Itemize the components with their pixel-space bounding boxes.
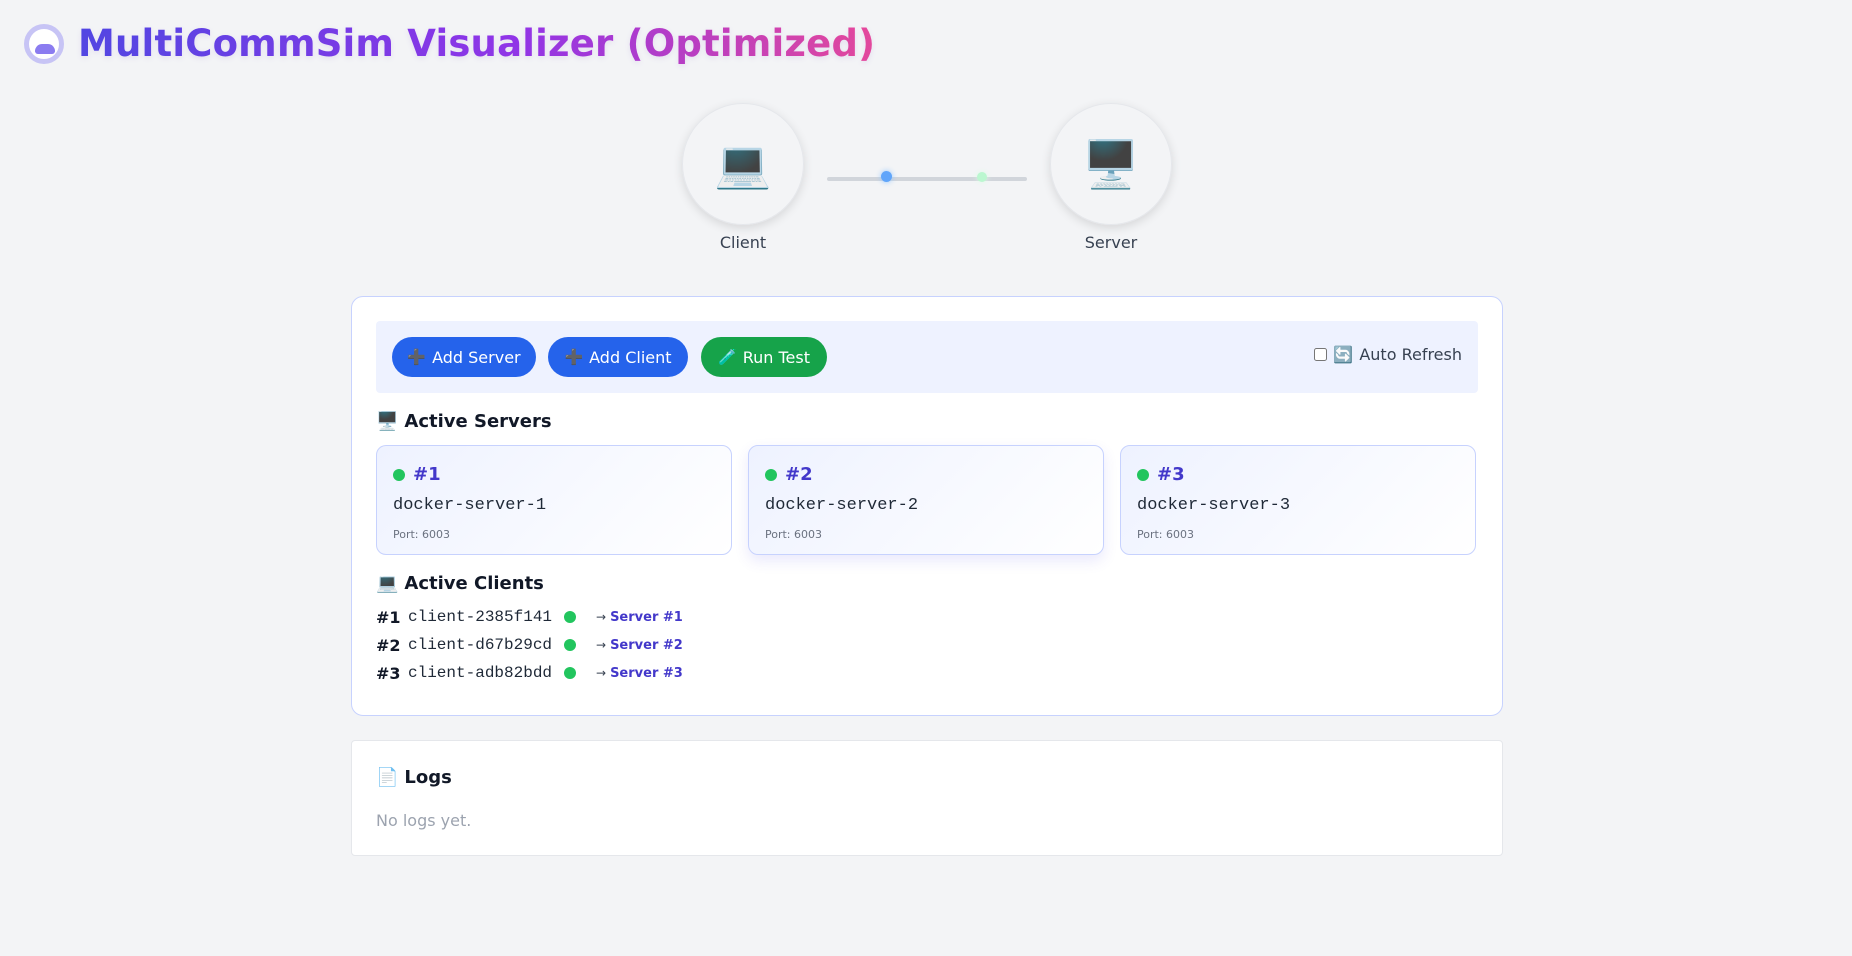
client-id: client-adb82bdd [408, 664, 553, 682]
auto-refresh-label: Auto Refresh [1359, 345, 1462, 364]
logs-panel: 📄 Logs No logs yet. [351, 740, 1503, 856]
client-node: 💻 [682, 103, 804, 225]
status-online-icon [564, 611, 576, 623]
test-tube-icon: 🧪 [718, 348, 737, 366]
auto-refresh-toggle[interactable]: 🔄 Auto Refresh [1314, 345, 1462, 364]
client-id: client-d67b29cd [408, 636, 553, 654]
client-row: #1 client-2385f141 → Server #1 [376, 606, 683, 628]
laptop-icon: 💻 [376, 573, 399, 594]
client-target-server: Server #3 [610, 665, 683, 681]
connection-line [827, 177, 1027, 181]
add-server-button[interactable]: ➕ Add Server [392, 337, 536, 377]
control-panel: ➕ Add Server ➕ Add Client 🧪 Run Test 🔄 A… [351, 296, 1503, 716]
server-node-label: Server [1084, 233, 1138, 252]
run-test-label: Run Test [742, 347, 810, 367]
client-id: client-2385f141 [408, 608, 553, 626]
server-card[interactable]: #2 docker-server-2 Port: 6003 [748, 445, 1104, 555]
arrow-right-icon: → [596, 610, 607, 624]
client-number: #3 [376, 663, 401, 683]
client-target-server: Server #2 [610, 637, 683, 653]
desktop-computer-icon: 🖥️ [1082, 137, 1140, 191]
packet-request [881, 171, 892, 182]
packet-response [977, 172, 987, 182]
client-node-label: Client [719, 233, 767, 252]
app-header: MultiCommSim Visualizer (Optimized) [24, 22, 875, 65]
status-online-icon [393, 468, 405, 481]
client-number: #2 [376, 635, 401, 655]
server-number: #1 [413, 464, 441, 485]
client-target-server: Server #1 [610, 609, 683, 625]
plus-icon: ➕ [407, 348, 427, 366]
server-node: 🖥️ [1050, 103, 1172, 225]
status-online-icon [765, 468, 777, 481]
logs-heading: 📄 Logs [376, 767, 452, 788]
app-logo-icon [24, 23, 64, 64]
client-row: #3 client-adb82bdd → Server #3 [376, 662, 683, 684]
run-test-button[interactable]: 🧪 Run Test [701, 337, 827, 377]
server-number: #3 [1157, 464, 1185, 485]
server-name: docker-server-2 [765, 496, 919, 515]
active-servers-title: Active Servers [404, 411, 552, 432]
status-online-icon [564, 639, 576, 651]
server-card[interactable]: #1 docker-server-1 Port: 6003 [376, 445, 732, 555]
client-row: #2 client-d67b29cd → Server #2 [376, 634, 683, 656]
logs-title: Logs [404, 767, 452, 788]
auto-refresh-checkbox[interactable] [1314, 348, 1328, 361]
server-port: Port: 6003 [1137, 528, 1195, 541]
status-online-icon [564, 667, 576, 679]
server-card[interactable]: #3 docker-server-3 Port: 6003 [1120, 445, 1476, 555]
arrow-right-icon: → [596, 666, 607, 680]
desktop-computer-icon: 🖥️ [376, 411, 399, 432]
server-port: Port: 6003 [393, 528, 451, 541]
server-number: #2 [785, 464, 813, 485]
laptop-icon: 💻 [714, 137, 772, 191]
app-title: MultiCommSim Visualizer (Optimized) [78, 22, 876, 65]
add-server-label: Add Server [432, 347, 521, 367]
add-client-label: Add Client [589, 347, 672, 367]
active-servers-heading: 🖥️ Active Servers [376, 411, 552, 432]
status-online-icon [1137, 468, 1149, 481]
arrow-right-icon: → [596, 638, 607, 652]
active-clients-heading: 💻 Active Clients [376, 573, 544, 594]
active-clients-title: Active Clients [404, 573, 544, 594]
logs-empty-message: No logs yet. [376, 811, 472, 830]
add-client-button[interactable]: ➕ Add Client [548, 337, 688, 377]
server-name: docker-server-3 [1137, 496, 1291, 515]
server-name: docker-server-1 [393, 496, 547, 515]
document-icon: 📄 [376, 767, 399, 788]
client-number: #1 [376, 607, 401, 627]
plus-icon: ➕ [564, 348, 584, 366]
toolbar: ➕ Add Server ➕ Add Client 🧪 Run Test 🔄 A… [376, 321, 1478, 393]
server-port: Port: 6003 [765, 528, 823, 541]
refresh-icon: 🔄 [1333, 345, 1354, 364]
